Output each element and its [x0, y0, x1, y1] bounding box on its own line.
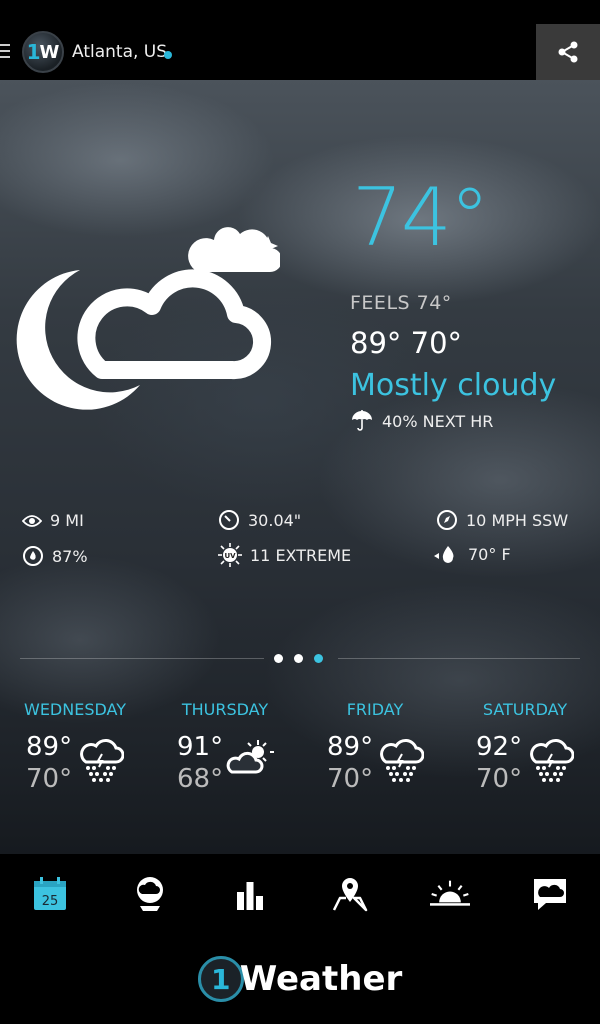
svg-text:UV: UV	[224, 552, 236, 560]
nav-alerts[interactable]	[530, 874, 570, 914]
humidity-stat: 87%	[22, 545, 88, 567]
radar-globe-icon	[137, 877, 163, 911]
forecast-day-name: THURSDAY	[181, 700, 269, 719]
humidity-value: 87%	[52, 546, 88, 566]
wind-value: 10 MPH SSW	[466, 510, 569, 530]
brand-logo-text: Weather	[239, 959, 403, 999]
thunderstorm-icon	[80, 739, 124, 782]
dewpoint-icon	[434, 546, 454, 563]
location-status-dot	[164, 51, 172, 59]
calendar-icon: 25	[34, 877, 66, 910]
forecast-low: 70°	[476, 764, 523, 794]
forecast-day[interactable]: WEDNESDAY 89° 70°	[0, 700, 150, 794]
page-dot-1[interactable]	[274, 654, 283, 663]
page-dot-2[interactable]	[294, 654, 303, 663]
uv-value: 11 EXTREME	[250, 545, 352, 565]
menu-icon[interactable]	[0, 44, 10, 60]
compass-icon	[437, 510, 457, 530]
brand-footer: 1 Weather	[0, 934, 600, 1024]
thunderstorm-icon	[380, 739, 424, 782]
share-button[interactable]	[536, 24, 600, 80]
night-cloudy-icon	[16, 227, 280, 410]
humidity-icon	[23, 546, 43, 566]
forecast-day-name: FRIDAY	[346, 700, 404, 719]
pressure-stat: 30.04"	[218, 509, 301, 531]
forecast-high: 89°	[327, 732, 374, 762]
chat-alert-icon	[534, 879, 566, 910]
location-label[interactable]: Atlanta, US	[72, 42, 167, 62]
uv-stat: UV 11 EXTREME	[218, 543, 351, 567]
app-logo: 1W	[22, 31, 64, 73]
forecast-high: 92°	[476, 732, 523, 762]
forecast-high: 91°	[177, 732, 224, 762]
wind-stat: 10 MPH SSW	[436, 509, 568, 531]
current-temperature: 74°	[352, 171, 490, 264]
share-icon	[558, 41, 578, 63]
pager-divider-left	[20, 658, 264, 659]
forecast-day-name: SATURDAY	[482, 700, 568, 719]
eye-icon	[22, 514, 42, 527]
pager-divider-right	[338, 658, 580, 659]
umbrella-icon	[352, 410, 372, 431]
forecast-day[interactable]: THURSDAY 91° 68°	[150, 700, 300, 794]
pressure-value: 30.04"	[248, 510, 302, 530]
precipitation-text: 40% NEXT HR	[382, 411, 494, 431]
dewpoint-value: 70° F	[468, 544, 511, 564]
feels-like: FEELS 74°	[350, 292, 452, 314]
page-dot-3[interactable]	[314, 654, 323, 663]
forecast-low: 68°	[177, 764, 224, 794]
nav-sun-moon[interactable]	[430, 874, 470, 914]
high-low-temperature: 89° 70°	[350, 326, 463, 360]
nav-maps[interactable]	[330, 874, 370, 914]
forecast-day[interactable]: SATURDAY 92° 70°	[450, 700, 600, 794]
uv-icon: UV	[218, 543, 242, 567]
condition-text: Mostly cloudy	[350, 368, 557, 403]
nav-calendar[interactable]: 25	[30, 874, 70, 914]
page-indicator[interactable]	[274, 654, 323, 663]
brand-logo-mark: 1	[197, 956, 244, 1002]
visibility-value: 9 MI	[50, 511, 84, 530]
bottom-navigation: 25	[0, 854, 600, 934]
nav-graphs[interactable]	[230, 874, 270, 914]
map-pin-icon	[332, 878, 368, 912]
precipitation-forecast: 40% NEXT HR	[350, 410, 493, 432]
top-bar: 1W Atlanta, US	[0, 0, 600, 80]
brand-logo: 1 Weather	[197, 956, 403, 1002]
forecast-high: 89°	[26, 732, 73, 762]
visibility-stat: 9 MI	[22, 511, 84, 530]
sunrise-icon	[430, 880, 470, 906]
bar-chart-icon	[237, 882, 263, 910]
dewpoint-stat: 70° F	[434, 544, 511, 564]
forecast-day[interactable]: FRIDAY 89° 70°	[300, 700, 450, 794]
forecast-low: 70°	[327, 764, 374, 794]
thunderstorm-icon	[530, 739, 574, 782]
calendar-day: 25	[42, 894, 59, 909]
partly-sunny-icon	[226, 740, 274, 774]
nav-radar[interactable]	[130, 874, 170, 914]
forecast-low: 70°	[26, 764, 73, 794]
forecast-day-name: WEDNESDAY	[24, 700, 126, 719]
gauge-icon	[219, 510, 239, 530]
